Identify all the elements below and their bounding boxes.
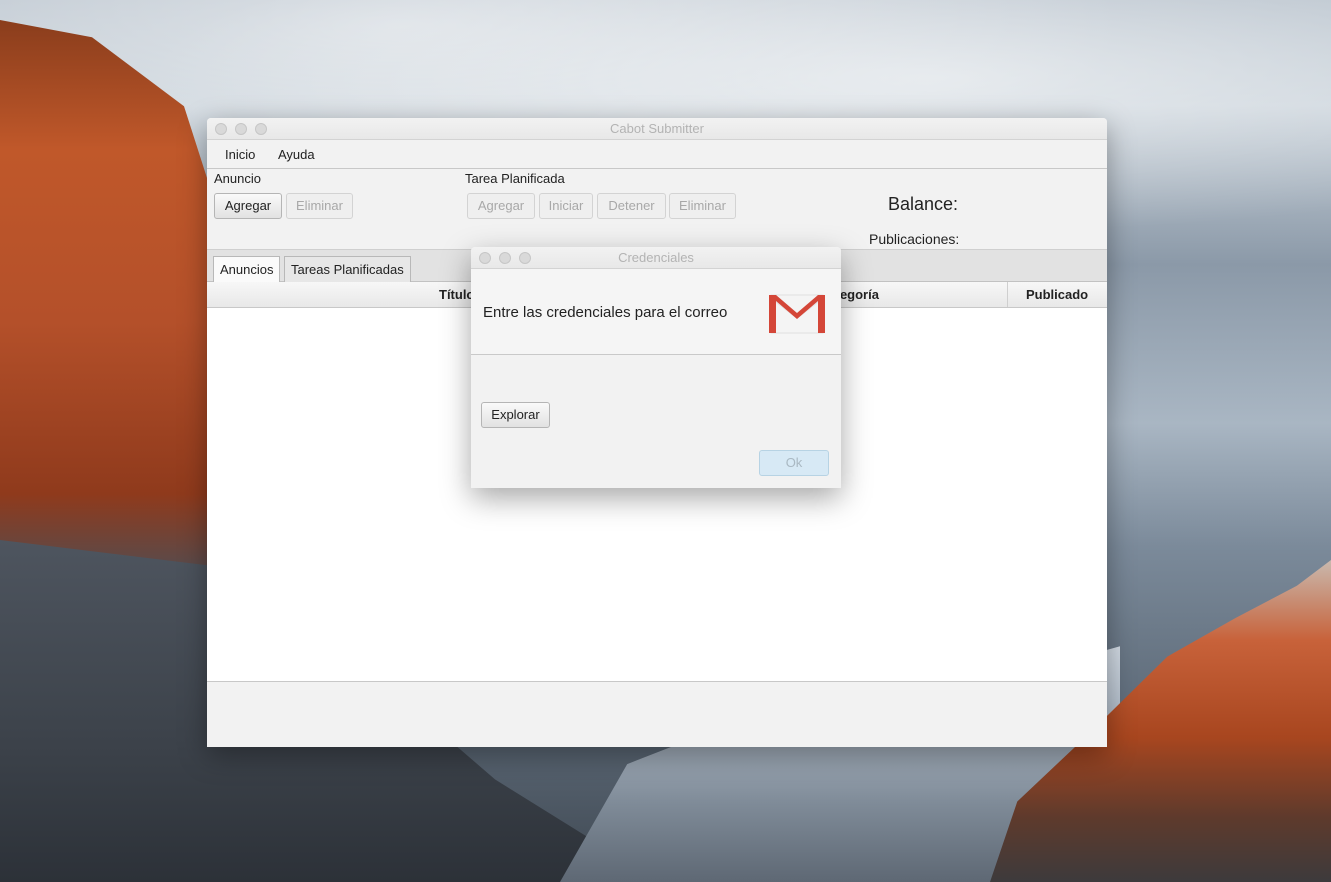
tarea-start-button[interactable]: Iniciar: [539, 193, 593, 219]
ok-button[interactable]: Ok: [759, 450, 829, 476]
dialog-zoom-icon[interactable]: [519, 252, 531, 264]
dialog-minimize-icon[interactable]: [499, 252, 511, 264]
tab-tareas-planificadas[interactable]: Tareas Planificadas: [284, 256, 411, 283]
balance-label: Balance:: [888, 194, 959, 214]
close-window-icon[interactable]: [215, 123, 227, 135]
anuncio-delete-button[interactable]: Eliminar: [286, 193, 353, 219]
zoom-window-icon[interactable]: [255, 123, 267, 135]
menu-ayuda[interactable]: Ayuda: [278, 147, 315, 162]
column-publicado[interactable]: Publicado: [1026, 282, 1088, 307]
anuncio-group-label: Anuncio: [214, 171, 261, 186]
tarea-add-button[interactable]: Agregar: [467, 193, 535, 219]
menubar: Inicio Ayuda: [207, 140, 1107, 169]
explore-button[interactable]: Explorar: [481, 402, 550, 428]
tarea-group-label: Tarea Planificada: [465, 171, 565, 186]
menu-inicio[interactable]: Inicio: [225, 147, 255, 162]
column-separator[interactable]: [1007, 282, 1008, 307]
status-area: [207, 682, 1107, 747]
dialog-header: Entre las credenciales para el correo: [471, 269, 841, 355]
gmail-icon: [769, 294, 825, 334]
tab-anuncios[interactable]: Anuncios: [213, 256, 281, 283]
window-title: Cabot Submitter: [610, 121, 704, 136]
minimize-window-icon[interactable]: [235, 123, 247, 135]
credentials-dialog: Credenciales Entre las credenciales para…: [471, 247, 841, 488]
tarea-stop-button[interactable]: Detener: [597, 193, 666, 219]
dialog-titlebar[interactable]: Credenciales: [471, 247, 841, 269]
publications-label: Publicaciones:: [869, 231, 960, 247]
main-titlebar[interactable]: Cabot Submitter: [207, 118, 1107, 140]
column-titulo[interactable]: Título: [439, 282, 474, 307]
tarea-delete-button[interactable]: Eliminar: [669, 193, 736, 219]
anuncio-add-button[interactable]: Agregar: [214, 193, 282, 219]
dialog-close-icon[interactable]: [479, 252, 491, 264]
toolbar: Anuncio Agregar Eliminar Tarea Planifica…: [207, 169, 1107, 249]
dialog-message: Entre las credenciales para el correo: [483, 304, 728, 321]
